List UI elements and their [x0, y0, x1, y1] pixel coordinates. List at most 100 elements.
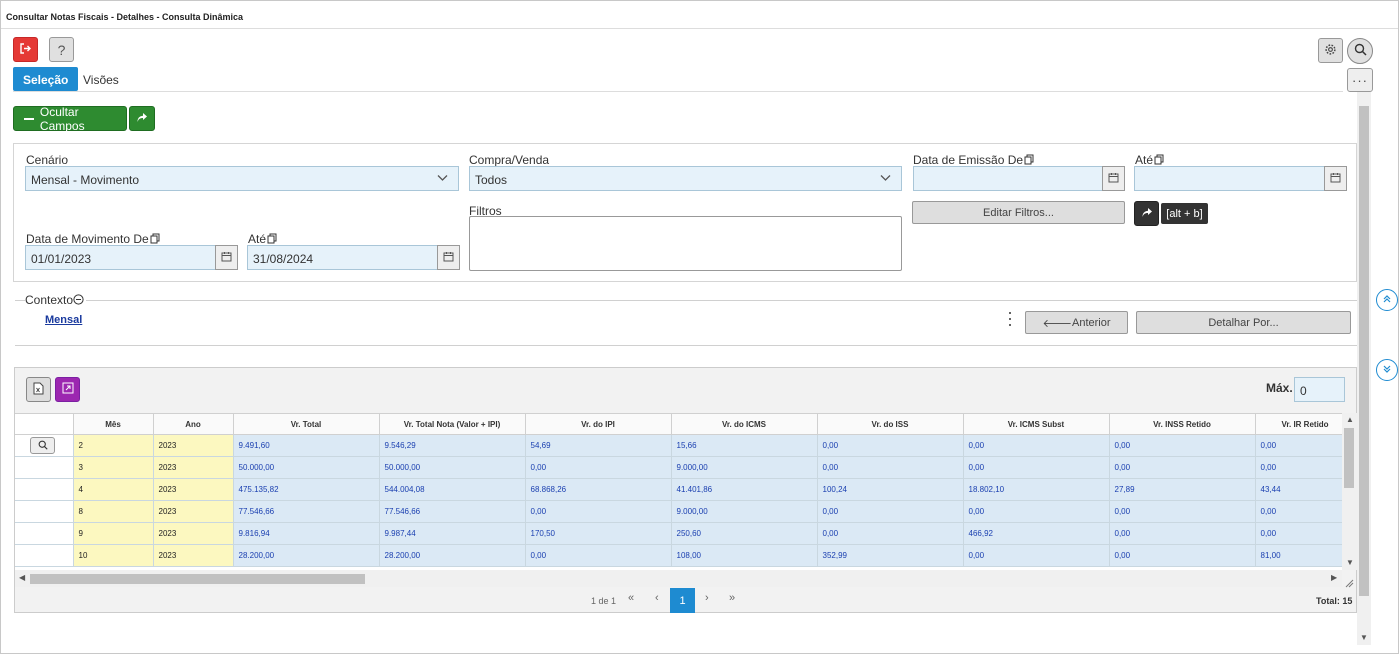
- export-excel-button[interactable]: [26, 377, 51, 402]
- table-cell[interactable]: 0,00: [816, 500, 964, 523]
- scroll-to-top-button[interactable]: [1376, 289, 1398, 311]
- last-page-button[interactable]: »: [729, 592, 735, 604]
- table-cell[interactable]: 100,24: [816, 478, 964, 501]
- table-cell[interactable]: 9.546,29: [378, 434, 526, 457]
- first-page-button[interactable]: «: [628, 592, 634, 604]
- table-cell[interactable]: 9.987,44: [378, 522, 526, 545]
- table-row[interactable]: 10 2023 28.200,00 28.200,00 0,00 108,00 352,99…: [15, 544, 1342, 567]
- table-cell[interactable]: 0,00: [816, 456, 964, 479]
- table-cell[interactable]: 0,00: [816, 434, 964, 457]
- column-header[interactable]: Vr. do ICMS: [670, 413, 818, 435]
- table-cell[interactable]: 2023: [152, 434, 234, 457]
- table-cell[interactable]: 0,00: [1254, 434, 1342, 457]
- column-header[interactable]: Vr. Total: [232, 413, 380, 435]
- scroll-up-icon[interactable]: ▲: [1346, 415, 1354, 424]
- context-menu-icon[interactable]: [1005, 312, 1015, 326]
- grid-vscroll-thumb[interactable]: [1344, 428, 1354, 488]
- table-cell[interactable]: 352,99: [816, 544, 964, 567]
- data-emissao-ate-calendar-button[interactable]: [1324, 166, 1347, 191]
- table-cell[interactable]: 27,89: [1108, 478, 1256, 501]
- table-cell[interactable]: 50.000,00: [232, 456, 380, 479]
- grid-hscroll-thumb[interactable]: [30, 574, 365, 584]
- table-cell[interactable]: 54,69: [524, 434, 672, 457]
- column-header[interactable]: Ano: [152, 413, 234, 435]
- expand-grid-button[interactable]: [55, 377, 80, 402]
- column-header[interactable]: Vr. do IPI: [524, 413, 672, 435]
- edit-filters-button[interactable]: Editar Filtros...: [912, 201, 1125, 224]
- table-cell[interactable]: 0,00: [962, 434, 1110, 457]
- table-cell[interactable]: 0,00: [1108, 522, 1256, 545]
- table-cell[interactable]: 2023: [152, 478, 234, 501]
- page-vscroll-thumb[interactable]: [1359, 106, 1369, 596]
- scroll-left-icon[interactable]: ◀: [19, 573, 25, 582]
- grid-horizontal-scrollbar[interactable]: ◀ ▶: [15, 570, 1342, 587]
- table-cell[interactable]: 250,60: [670, 522, 818, 545]
- table-cell[interactable]: 2023: [152, 522, 234, 545]
- row-search-button[interactable]: [30, 437, 55, 454]
- table-cell[interactable]: 475.135,82: [232, 478, 380, 501]
- data-emissao-de-calendar-button[interactable]: [1102, 166, 1125, 191]
- table-cell[interactable]: 10: [72, 544, 154, 567]
- table-cell[interactable]: 77.546,66: [378, 500, 526, 523]
- next-page-button[interactable]: ›: [705, 592, 709, 604]
- table-row[interactable]: 2 2023 9.491,60 9.546,29 54,69 15,66 0,00 0,00 0…: [15, 434, 1342, 457]
- page-scroll-down-icon[interactable]: ▼: [1360, 633, 1368, 642]
- filtros-textarea[interactable]: [469, 216, 902, 271]
- table-cell[interactable]: 2023: [152, 544, 234, 567]
- column-header[interactable]: Mês: [72, 413, 154, 435]
- table-cell[interactable]: 0,00: [1254, 456, 1342, 479]
- table-cell[interactable]: 8: [72, 500, 154, 523]
- hide-fields-button[interactable]: Ocultar Campos: [13, 105, 127, 133]
- table-cell[interactable]: 0,00: [1108, 544, 1256, 567]
- help-button[interactable]: ?: [49, 37, 74, 62]
- table-cell[interactable]: 0,00: [962, 500, 1110, 523]
- table-cell[interactable]: 0,00: [1108, 434, 1256, 457]
- column-header[interactable]: Vr. Total Nota (Valor + IPI): [378, 413, 526, 435]
- table-cell[interactable]: 170,50: [524, 522, 672, 545]
- apply-filters-share-button[interactable]: [1134, 201, 1159, 226]
- table-cell[interactable]: 28.200,00: [378, 544, 526, 567]
- data-mov-de-input[interactable]: 01/01/2023: [25, 245, 216, 270]
- table-cell[interactable]: 3: [72, 456, 154, 479]
- table-cell[interactable]: 18.802,10: [962, 478, 1110, 501]
- current-page-button[interactable]: 1: [670, 588, 695, 613]
- table-row[interactable]: 8 2023 77.546,66 77.546,66 0,00 9.000,00 0,00 0…: [15, 500, 1342, 523]
- table-cell[interactable]: 0,00: [1108, 456, 1256, 479]
- table-cell[interactable]: 2023: [152, 456, 234, 479]
- table-cell[interactable]: 77.546,66: [232, 500, 380, 523]
- scroll-right-icon[interactable]: ▶: [1331, 573, 1337, 582]
- more-options-button[interactable]: ···: [1347, 68, 1373, 92]
- table-cell[interactable]: 4: [72, 478, 154, 501]
- column-header[interactable]: Vr. INSS Retido: [1108, 413, 1256, 435]
- table-cell[interactable]: 0,00: [1254, 522, 1342, 545]
- max-input[interactable]: 0: [1294, 377, 1345, 402]
- scroll-down-icon[interactable]: ▼: [1346, 558, 1354, 567]
- exit-button[interactable]: [13, 37, 38, 62]
- table-cell[interactable]: 0,00: [816, 522, 964, 545]
- table-row[interactable]: 9 2023 9.816,94 9.987,44 170,50 250,60 0,00 466…: [15, 522, 1342, 545]
- table-cell[interactable]: 0,00: [1254, 500, 1342, 523]
- table-cell[interactable]: 0,00: [1108, 500, 1256, 523]
- global-search-button[interactable]: [1347, 38, 1373, 64]
- table-cell[interactable]: 15,66: [670, 434, 818, 457]
- table-cell[interactable]: 28.200,00: [232, 544, 380, 567]
- table-cell[interactable]: 68.868,26: [524, 478, 672, 501]
- table-cell[interactable]: 81,00: [1254, 544, 1342, 567]
- data-emissao-de-input[interactable]: [913, 166, 1103, 191]
- tab-visoes[interactable]: Visões: [73, 67, 129, 91]
- share-button[interactable]: [129, 106, 155, 131]
- cenario-select[interactable]: Mensal - Movimento: [25, 166, 459, 191]
- data-emissao-ate-input[interactable]: [1134, 166, 1325, 191]
- table-cell[interactable]: 544.004,08: [378, 478, 526, 501]
- column-header[interactable]: Vr. IR Retido: [1254, 413, 1342, 435]
- settings-button[interactable]: [1318, 38, 1343, 63]
- collapse-icon[interactable]: [73, 294, 84, 308]
- table-cell[interactable]: 9: [72, 522, 154, 545]
- table-cell[interactable]: 0,00: [962, 544, 1110, 567]
- data-mov-ate-calendar-button[interactable]: [437, 245, 460, 270]
- table-cell[interactable]: 9.491,60: [232, 434, 380, 457]
- table-cell[interactable]: 43,44: [1254, 478, 1342, 501]
- table-cell[interactable]: 9.816,94: [232, 522, 380, 545]
- table-cell[interactable]: 0,00: [962, 456, 1110, 479]
- tab-selecao[interactable]: Seleção: [13, 67, 79, 91]
